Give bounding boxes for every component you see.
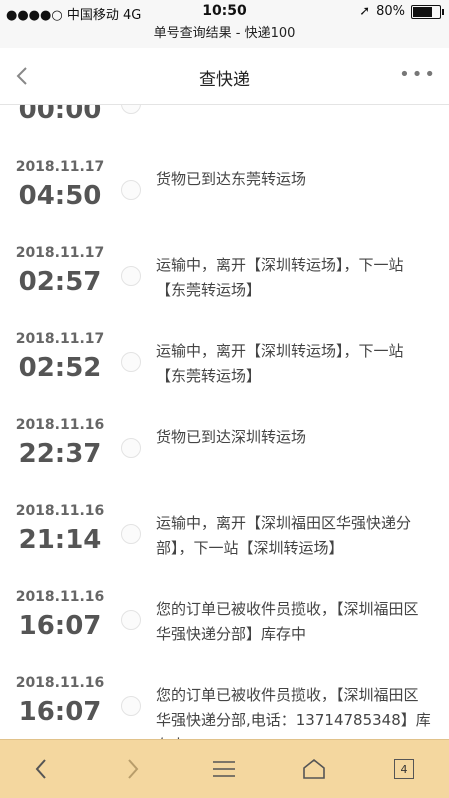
timeline-entry: 2018.11.17 02:57 运输中，离开【深圳转运场】，下一站【东莞转运场】	[0, 233, 449, 320]
entry-time: 16:07	[18, 697, 102, 727]
timeline-node-icon	[121, 438, 141, 458]
entry-description: 站【东莞大朗镇毛织市场营业部】	[156, 105, 431, 106]
tab-count-badge: 4	[394, 759, 414, 779]
entry-date: 2018.11.17	[15, 245, 105, 261]
nav-bar: 查快递 •••	[0, 48, 449, 105]
browser-forward-button[interactable]	[112, 754, 152, 784]
timeline-node-icon	[121, 524, 141, 544]
page-title: 查快递	[199, 70, 250, 90]
arrow-forward-icon	[128, 759, 139, 779]
browser-back-button[interactable]	[22, 754, 62, 784]
entry-time: 22:37	[18, 439, 102, 469]
entry-date: 2018.11.16	[15, 675, 105, 691]
entry-description: 您的订单已被收件员揽收，【深圳福田区华强快递分部,电话：13714785348】…	[156, 686, 431, 740]
timeline-node-icon	[121, 180, 141, 200]
tracking-timeline[interactable]: 00:00 站【东莞大朗镇毛织市场营业部】 2018.11.17 04:50 货物已到达…	[0, 105, 449, 740]
entry-time: 16:07	[18, 611, 102, 641]
timeline-node-icon	[121, 696, 141, 716]
timeline-entry: 2018.11.16 16:07 您的订单已被收件员揽收，【深圳福田区华强快递分部】…	[0, 577, 449, 664]
arrow-back-icon	[35, 759, 46, 779]
status-bar: ●●●●○ 中国移动 4G 10:50 ➚ 80%	[0, 0, 449, 24]
timeline-entry: 2018.11.16 22:37 货物已到达深圳转运场	[0, 405, 449, 492]
entry-date: 2018.11.17	[15, 331, 105, 347]
entry-description: 您的订单已被收件员揽收，【深圳福田区华强快递分部】库存中	[156, 600, 419, 643]
battery-percent: 80%	[376, 4, 405, 19]
menu-button[interactable]	[204, 754, 244, 784]
entry-description: 运输中，离开【深圳福田区华强快递分部】，下一站【深圳转运场】	[156, 514, 412, 557]
home-button[interactable]	[294, 754, 334, 784]
status-right: ➚ 80%	[359, 4, 444, 19]
entry-description: 货物已到达东莞转运场	[156, 170, 307, 188]
timeline-entry: 2018.11.16 16:07 您的订单已被收件员揽收，【深圳福田区华强快递分部,…	[0, 663, 449, 740]
entry-time: 04:50	[18, 181, 102, 211]
entry-description: 运输中，离开【深圳转运场】，下一站【东莞转运场】	[156, 256, 404, 299]
timeline-node-icon	[121, 610, 141, 630]
battery-icon	[411, 4, 444, 19]
entry-description: 货物已到达深圳转运场	[156, 428, 307, 446]
timeline-node-icon	[121, 105, 141, 114]
entry-time: 21:14	[18, 525, 102, 555]
entry-date: 2018.11.17	[15, 159, 105, 175]
page-url-title: 单号查询结果 - 快递100	[153, 26, 296, 41]
timeline-node-icon	[121, 352, 141, 372]
timeline-node-icon	[121, 266, 141, 286]
tabs-button[interactable]: 4	[384, 754, 424, 784]
entry-date: 2018.11.16	[15, 589, 105, 605]
timeline-entry: 2018.11.16 21:14 运输中，离开【深圳福田区华强快递分部】，下一站【深…	[0, 491, 449, 578]
more-dots-icon: •••	[399, 64, 437, 85]
more-menu-button[interactable]: •••	[399, 66, 437, 84]
entry-date: 2018.11.16	[15, 503, 105, 519]
entry-time: 02:57	[18, 267, 102, 297]
timeline-entry: 2018.11.17 02:52 运输中，离开【深圳转运场】，下一站【东莞转运场】	[0, 319, 449, 406]
home-icon	[303, 758, 325, 779]
menu-icon	[213, 761, 235, 777]
url-bar[interactable]: 单号查询结果 - 快递100	[0, 24, 449, 48]
location-icon: ➚	[359, 4, 371, 19]
entry-time: 02:52	[18, 353, 102, 383]
entry-time: 00:00	[18, 105, 102, 125]
timeline-entry: 2018.11.17 04:50 货物已到达东莞转运场	[0, 147, 449, 234]
timeline-entry: 00:00 站【东莞大朗镇毛织市场营业部】	[0, 105, 449, 148]
entry-description: 运输中，离开【深圳转运场】，下一站【东莞转运场】	[156, 342, 404, 385]
browser-toolbar: 4	[0, 739, 449, 798]
entry-date: 2018.11.16	[15, 417, 105, 433]
